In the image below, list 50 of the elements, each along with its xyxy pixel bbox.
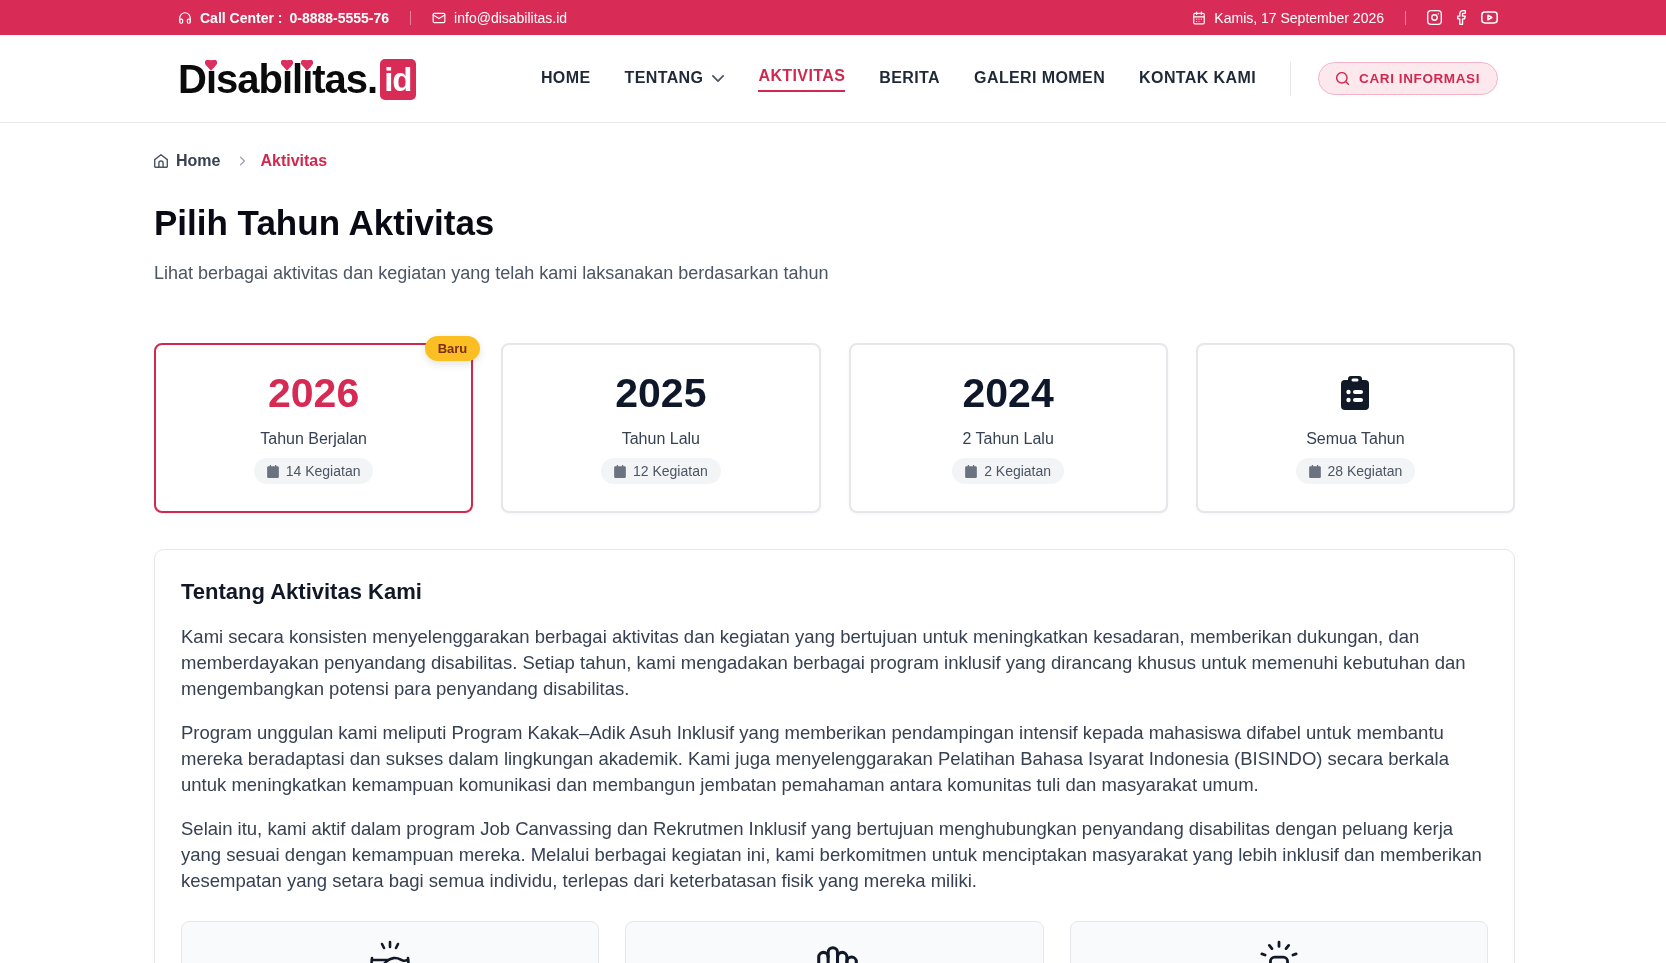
activity-count: 28 Kegiatan (1327, 463, 1403, 479)
year-number: 2026 (268, 369, 360, 417)
page-subtitle: Lihat berbagai aktivitas dan kegiatan yang telah kami laksanakan berdasarkan tahun (154, 262, 830, 285)
search-button[interactable]: CARI INFORMASI (1318, 62, 1498, 95)
nav-link[interactable]: KONTAK KAMI (1139, 63, 1257, 94)
year-number: 2025 (615, 369, 707, 417)
chevron-right-icon (240, 156, 246, 166)
year-number: 2024 (962, 369, 1054, 417)
calendar-icon (614, 464, 626, 478)
instagram-icon[interactable] (1427, 10, 1442, 25)
nav-link[interactable]: TENTANG (624, 63, 725, 94)
call-center-label: Call Center : (200, 9, 283, 26)
nav-link[interactable]: HOME (540, 63, 591, 94)
breadcrumb-link[interactable]: Aktivitas (260, 152, 328, 170)
current-date: Kamis, 17 September 2026 (1214, 9, 1384, 26)
mail-icon (432, 10, 447, 25)
nav-link[interactable]: GALERI MOMEN (974, 63, 1106, 94)
new-badge: Baru (424, 336, 481, 361)
logo-text[interactable]: Disabilitas. (178, 56, 378, 101)
calendar-icon (1308, 464, 1321, 478)
nav-link[interactable]: BERITA (879, 63, 941, 94)
page-title: Pilih Tahun Aktivitas (154, 202, 496, 244)
calendar-icon (965, 464, 978, 478)
paragraph: Selain itu, kami aktif dalam program Job Canvassing dan Rekrutmen Inklusif yang bertujuan menghubungkan penyandang disabilitas dengan peluang kerja yang sesuai dengan kemampuan mereka. Melalui berbagai kegiatan ini, kami berkomitmen untuk menciptakan masyarakat yang lebih inklusif dan memberikan kesempatan yang setara bagi semua individu, terlepas dari keterbatasan fisik yang mereka miliki. (181, 817, 1483, 893)
facebook-icon[interactable] (1457, 10, 1466, 25)
email-link[interactable]: info@disabilitas.id (454, 9, 568, 26)
calendar-icon (266, 464, 279, 478)
breadcrumb-link[interactable]: Home (176, 152, 221, 170)
call-center-number: 0-8888-5555-76 (289, 9, 390, 26)
year-card[interactable]: Semua Tahun 28 Kegiatan (1195, 343, 1515, 513)
activity-count: 2 Kegiatan (984, 463, 1052, 479)
clipboard-list-icon (1341, 376, 1370, 410)
year-card[interactable]: 2024 2 Tahun Lalu 2 Kegiatan (848, 343, 1168, 513)
headset-icon (178, 10, 192, 25)
year-card[interactable]: 2025 Tahun Lalu 12 Kegiatan (501, 343, 821, 513)
nav-link[interactable]: AKTIVITAS (758, 61, 846, 92)
activity-count: 14 Kegiatan (285, 463, 361, 479)
paragraph: Kami secara konsisten menyelenggarakan berbagai aktivitas dan kegiatan yang bertujuan untuk meningkatkan kesadaran, memberikan dukungan, dan memberdayakan penyandang disabilitas. Setiap tahun, kami mengadakan berbagai program inklusif yang dirancang khusus untuk memenuhi kebutuhan dan mengembangkan potensi para penyandang disabilitas. (181, 625, 1467, 701)
logo-suffix[interactable]: id (380, 59, 416, 100)
year-label: Semua Tahun (1306, 429, 1405, 449)
year-label: 2 Tahun Lalu (962, 429, 1054, 449)
year-label: Tahun Berjalan (260, 429, 367, 449)
activity-count: 12 Kegiatan (633, 463, 708, 479)
youtube-icon[interactable] (1481, 11, 1498, 24)
year-label: Tahun Lalu (621, 429, 700, 449)
calendar-icon (1192, 10, 1207, 25)
paragraph: Program unggulan kami meliputi Program Kakak–Adik Asuh Inklusif yang memberikan pendampingan intensif kepada mahasiswa difabel untuk membantu mereka beradaptasi dan sukses dalam lingkungan akademik. Kami juga menyelenggarakan Pelatihan Bahasa Isyarat Indonesia (BISINDO) secara berkala untuk meningkatkan kemampuan komunikasi dan membangun jembatan pemahaman antara komunitas tuli dan masyarakat umum. (181, 721, 1450, 797)
section-title: Tentang Aktivitas Kami (181, 578, 423, 606)
search-icon (1336, 72, 1350, 85)
home-icon (154, 154, 168, 168)
